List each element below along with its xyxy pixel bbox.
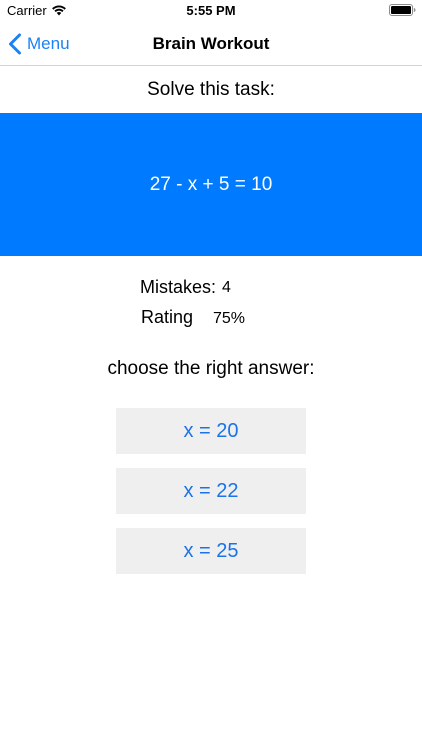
- back-button[interactable]: Menu: [8, 22, 70, 66]
- rating-label: Rating: [141, 307, 194, 327]
- back-button-label: Menu: [27, 34, 70, 53]
- battery-icon: [389, 4, 416, 16]
- status-bar: Carrier 5:55 PM: [0, 0, 422, 22]
- task-panel: 27 - x + 5 = 10: [0, 113, 422, 256]
- mistakes-value: 4: [222, 279, 231, 296]
- task-equation: 27 - x + 5 = 10: [149, 173, 273, 195]
- chevron-left-icon: [9, 33, 21, 55]
- task-prompt: Solve this task:: [147, 79, 275, 100]
- answer-prompt: choose the right answer:: [107, 358, 315, 379]
- answer-button-2[interactable]: x = 22: [116, 468, 306, 514]
- answer-button-3[interactable]: x = 25: [116, 528, 306, 574]
- answer-button-1[interactable]: x = 20: [116, 408, 306, 454]
- rating-value: 75%: [213, 310, 246, 327]
- navigation-bar: Menu Brain Workout: [0, 22, 422, 66]
- status-time: 5:55 PM: [186, 3, 236, 18]
- mistakes-label: Mistakes:: [140, 277, 217, 297]
